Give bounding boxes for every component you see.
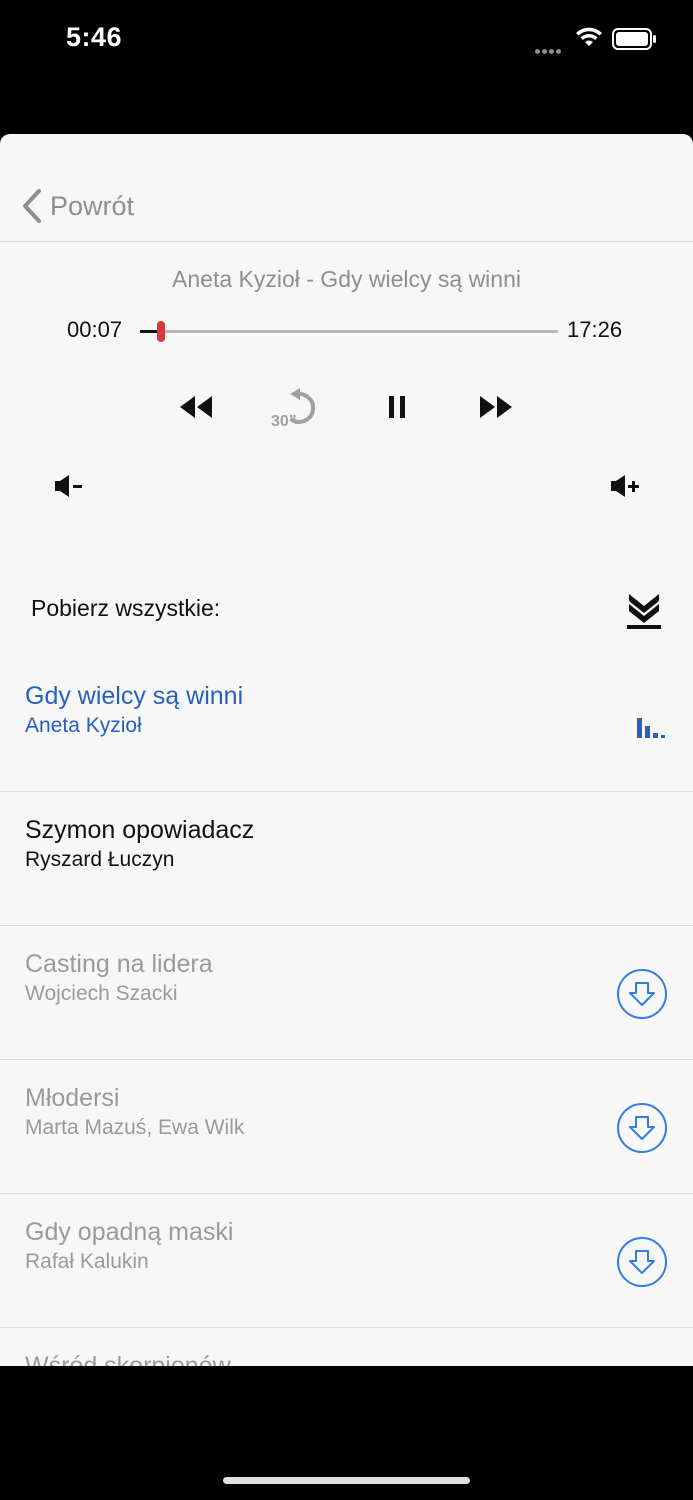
- progress-thumb[interactable]: [156, 321, 165, 342]
- wifi-icon: [576, 27, 602, 46]
- episode-title: Szymon opowiadacz: [25, 816, 255, 844]
- download-all-label: Pobierz wszystkie:: [31, 595, 221, 621]
- back-button[interactable]: Powrót: [20, 186, 134, 226]
- episode-author: Marta Mazuś, Ewa Wilk: [25, 1116, 245, 1139]
- episode-author: Aneta Kyzioł: [25, 714, 142, 737]
- download-circle-icon: [617, 1237, 667, 1287]
- progress-slider[interactable]: [140, 321, 558, 342]
- rewind-button[interactable]: [178, 394, 214, 425]
- download-episode-button[interactable]: [616, 1236, 668, 1293]
- equalizer-icon: [637, 718, 665, 738]
- download-circle-icon: [617, 1103, 667, 1153]
- volume-down-button[interactable]: [53, 474, 85, 503]
- volume-up-button[interactable]: [609, 474, 641, 503]
- nav-bar: Powrót: [0, 134, 693, 242]
- episode-title: Gdy wielcy są winni: [25, 682, 244, 710]
- now-playing-title: Aneta Kyzioł - Gdy wielcy są winni: [172, 266, 521, 292]
- list-item[interactable]: Casting na lidera Wojciech Szacki: [0, 926, 693, 1060]
- list-item[interactable]: Gdy opadną maski Rafał Kalukin: [0, 1194, 693, 1328]
- pause-icon: [389, 396, 405, 418]
- list-item[interactable]: Młodersi Marta Mazuś, Ewa Wilk: [0, 1060, 693, 1194]
- download-episode-button[interactable]: [616, 968, 668, 1025]
- episode-title: Młodersi: [25, 1084, 120, 1112]
- list-item[interactable]: Szymon opowiadacz Ryszard Łuczyn: [0, 792, 693, 926]
- replay-30-button[interactable]: 30”: [268, 388, 324, 433]
- total-time: 17:26: [567, 317, 623, 342]
- episode-title: Wśród skorpionów: [25, 1352, 231, 1366]
- home-indicator: [223, 1477, 470, 1484]
- episode-author: Ryszard Łuczyn: [25, 848, 175, 871]
- replay-30-icon: 30”: [271, 388, 316, 430]
- episode-author: Wojciech Szacki: [25, 982, 178, 1005]
- back-label: Powrót: [50, 190, 135, 221]
- fast-forward-icon: [480, 396, 512, 418]
- episode-list: Gdy wielcy są winni Aneta Kyzioł Szymon …: [0, 658, 693, 1366]
- download-all-icon: [627, 594, 661, 629]
- download-circle-icon: [617, 969, 667, 1019]
- list-item[interactable]: Gdy wielcy są winni Aneta Kyzioł: [0, 658, 693, 792]
- fast-forward-button[interactable]: [478, 394, 514, 425]
- status-time: 5:46: [66, 22, 123, 52]
- episode-title: Gdy opadną maski: [25, 1218, 234, 1246]
- player-sheet: Powrót Aneta Kyzioł - Gdy wielcy są winn…: [0, 134, 693, 1366]
- battery-icon: [612, 28, 656, 50]
- episode-title: Casting na lidera: [25, 950, 213, 978]
- download-episode-button[interactable]: [616, 1102, 668, 1159]
- elapsed-time: 00:07: [67, 317, 123, 342]
- svg-text:30”: 30”: [271, 413, 297, 428]
- episode-author: Rafał Kalukin: [25, 1250, 149, 1273]
- rewind-icon: [180, 396, 212, 418]
- cellular-signal-icon: [535, 41, 563, 59]
- pause-button[interactable]: [386, 394, 408, 425]
- list-item[interactable]: Wśród skorpionów: [0, 1328, 693, 1366]
- download-all-button[interactable]: [624, 592, 664, 635]
- volume-down-icon: [55, 475, 82, 497]
- chevron-left-icon: [23, 189, 41, 223]
- volume-up-icon: [611, 475, 639, 497]
- status-bar: 5:46: [0, 0, 693, 80]
